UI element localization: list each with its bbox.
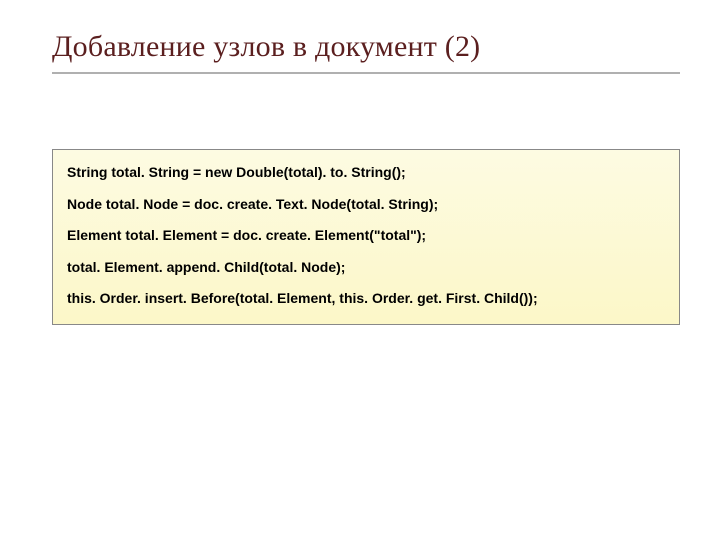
title-wrap: Добавление узлов в документ (2) — [52, 30, 680, 74]
code-line: Element total. Element = doc. create. El… — [67, 227, 665, 245]
slide-title: Добавление узлов в документ (2) — [52, 30, 680, 64]
code-line: String total. String = new Double(total)… — [67, 164, 665, 182]
code-box: String total. String = new Double(total)… — [52, 149, 680, 325]
code-line: total. Element. append. Child(total. Nod… — [67, 259, 665, 277]
code-line: this. Order. insert. Before(total. Eleme… — [67, 290, 665, 308]
title-underline — [52, 72, 680, 74]
slide: Добавление узлов в документ (2) String t… — [0, 0, 720, 540]
code-line: Node total. Node = doc. create. Text. No… — [67, 196, 665, 214]
